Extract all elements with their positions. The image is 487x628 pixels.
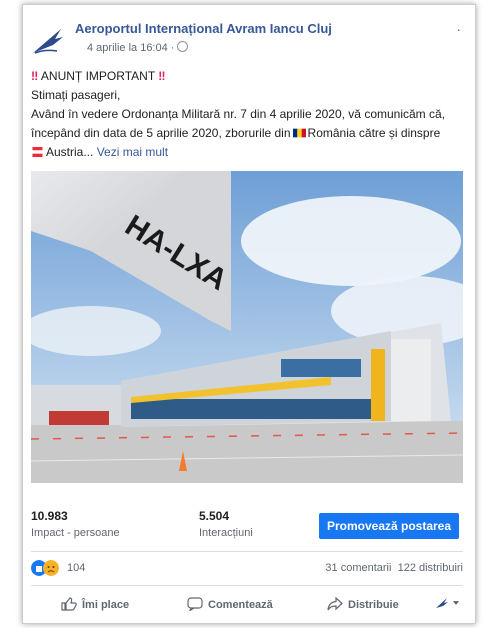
post-greeting: Stimați pasageri,: [31, 88, 121, 102]
share-label: Distribuie: [348, 599, 399, 611]
thumbs-up-icon: [61, 597, 77, 611]
divider: [31, 585, 463, 586]
sad-reaction-icon[interactable]: [43, 560, 59, 576]
reach-value: 10.983: [31, 509, 68, 523]
divider: [31, 551, 463, 552]
post-line-2-start: începând din data de 5 aprilie 2020, zbo…: [31, 126, 291, 140]
globe-icon: [177, 41, 189, 52]
comments-count-link[interactable]: 31 comentarii: [325, 562, 391, 574]
interactions-label: Interacțiuni: [199, 527, 253, 539]
post-card: Aeroportul Internațional Avram Iancu Clu…: [22, 4, 476, 624]
post-line-2: începând din data de 5 aprilie 2020, zbo…: [31, 124, 471, 143]
post-line-3: Austria... Vezi mai mult: [31, 143, 471, 162]
post-insights: 10.983 Impact - persoane 5.504 Interacți…: [31, 503, 471, 547]
double-exclamation-icon: ‼: [158, 69, 166, 83]
post-line-3-text: Austria...: [46, 145, 94, 159]
like-label: Îmi place: [82, 599, 130, 611]
shares-count-link[interactable]: 122 distribuiri: [398, 562, 463, 574]
post-title: ANUNȚ IMPORTANT: [40, 69, 155, 83]
reach-label: Impact - persoane: [31, 527, 120, 539]
reactions-bar: 104 31 comentarii 122 distribuiri: [31, 558, 471, 580]
post-as-selector[interactable]: [435, 597, 466, 609]
post-options-button[interactable]: ·: [456, 21, 461, 37]
engagement-summary: 31 comentarii 122 distribuiri: [325, 562, 463, 574]
interactions-value: 5.504: [199, 509, 230, 523]
share-button[interactable]: Distribuie: [327, 596, 399, 611]
share-arrow-icon: [327, 596, 343, 611]
romania-flag-icon: [292, 128, 306, 138]
airport-avatar-dropdown-icon: [436, 598, 459, 608]
post-actions: Îmi place Comentează Distribuie: [31, 593, 471, 619]
post-image[interactable]: HA-LXA: [31, 171, 463, 483]
like-button[interactable]: Îmi place: [61, 597, 129, 611]
promote-post-button[interactable]: Promovează postarea: [319, 513, 459, 539]
double-exclamation-icon: ‼: [31, 69, 39, 83]
see-more-link[interactable]: Vezi mai mult: [97, 145, 168, 159]
comment-label: Comentează: [208, 599, 273, 611]
austria-flag-icon: [32, 147, 43, 157]
airport-terminal-photo: HA-LXA: [31, 171, 463, 483]
comment-button[interactable]: Comentează: [187, 597, 273, 612]
post-timestamp[interactable]: 4 aprilie la 16:04 ·: [87, 41, 189, 54]
post-line-1: Având în vedere Ordonanța Militară nr. 7…: [31, 107, 446, 121]
reactions-count[interactable]: 104: [67, 562, 85, 574]
post-line-2-end: România către și dinspre: [307, 126, 441, 140]
post-text: ‼ ANUNȚ IMPORTANT ‼ Stimați pasageri, Av…: [31, 67, 471, 162]
post-header: Aeroportul Internațional Avram Iancu Clu…: [31, 19, 471, 59]
airport-logo-icon[interactable]: [31, 23, 65, 57]
page-name-link[interactable]: Aeroportul Internațional Avram Iancu Clu…: [75, 21, 332, 36]
comment-icon: [187, 597, 203, 612]
post-title-line: ‼ ANUNȚ IMPORTANT ‼: [31, 67, 471, 86]
timestamp-text: 4 aprilie la 16:04 ·: [87, 42, 175, 54]
